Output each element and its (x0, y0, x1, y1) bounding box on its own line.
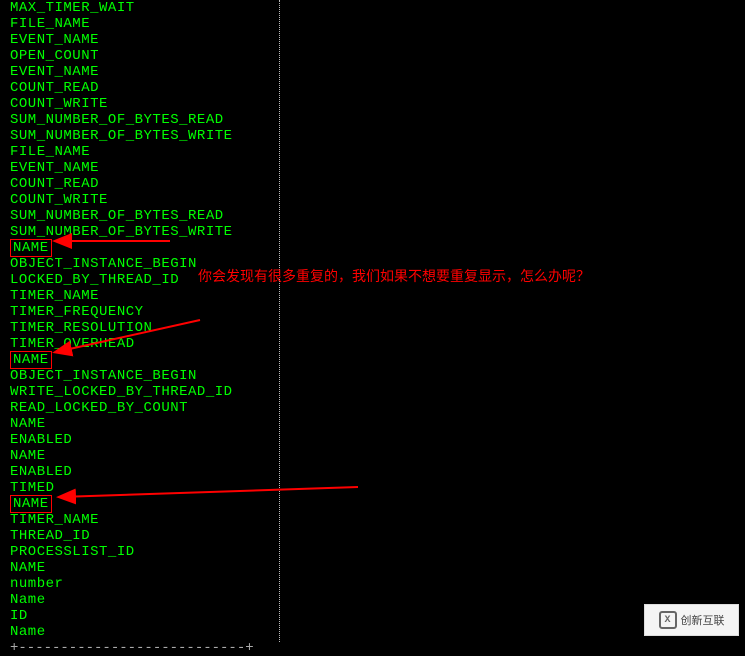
column-name: SUM_NUMBER_OF_BYTES_WRITE (10, 224, 269, 240)
column-name: MAX_TIMER_WAIT (10, 0, 269, 16)
column-name: Name (10, 592, 269, 608)
column-list: MAX_TIMER_WAITFILE_NAMEEVENT_NAMEOPEN_CO… (0, 0, 279, 656)
table-separator: +---------------------------+ (10, 640, 269, 656)
watermark-text: 创新互联 (681, 612, 725, 628)
highlighted-column: NAME (10, 495, 52, 513)
column-name: NAME (10, 240, 269, 256)
highlighted-column: NAME (10, 351, 52, 369)
column-name: FILE_NAME (10, 144, 269, 160)
annotation-text: 你会发现有很多重复的，我们如果不想要重复显示，怎么办呢？ (198, 266, 590, 286)
watermark: X 创新互联 (644, 604, 739, 636)
column-name: SUM_NUMBER_OF_BYTES_READ (10, 208, 269, 224)
column-name: READ_LOCKED_BY_COUNT (10, 400, 269, 416)
column-name: EVENT_NAME (10, 64, 269, 80)
column-name: TIMER_FREQUENCY (10, 304, 269, 320)
column-name: Name (10, 624, 269, 640)
column-name: TIMER_OVERHEAD (10, 336, 269, 352)
column-name: TIMER_NAME (10, 512, 269, 528)
column-name: THREAD_ID (10, 528, 269, 544)
column-name: OPEN_COUNT (10, 48, 269, 64)
column-name: ID (10, 608, 269, 624)
column-name: NAME (10, 496, 269, 512)
column-name: TIMER_NAME (10, 288, 269, 304)
column-name: SUM_NUMBER_OF_BYTES_WRITE (10, 128, 269, 144)
column-name: number (10, 576, 269, 592)
column-name: NAME (10, 560, 269, 576)
column-name: COUNT_WRITE (10, 192, 269, 208)
column-name: TIMED (10, 480, 269, 496)
column-name: EVENT_NAME (10, 32, 269, 48)
column-name: COUNT_READ (10, 176, 269, 192)
column-name: NAME (10, 352, 269, 368)
column-name: SUM_NUMBER_OF_BYTES_READ (10, 112, 269, 128)
highlighted-column: NAME (10, 239, 52, 257)
column-name: TIMER_RESOLUTION (10, 320, 269, 336)
column-name: ENABLED (10, 464, 269, 480)
column-name: PROCESSLIST_ID (10, 544, 269, 560)
column-name: NAME (10, 448, 269, 464)
terminal-panel: MAX_TIMER_WAITFILE_NAMEEVENT_NAMEOPEN_CO… (0, 0, 280, 642)
column-name: COUNT_WRITE (10, 96, 269, 112)
watermark-logo-icon: X (659, 611, 677, 629)
column-name: COUNT_READ (10, 80, 269, 96)
column-name: NAME (10, 416, 269, 432)
column-name: OBJECT_INSTANCE_BEGIN (10, 368, 269, 384)
column-name: EVENT_NAME (10, 160, 269, 176)
column-name: WRITE_LOCKED_BY_THREAD_ID (10, 384, 269, 400)
column-name: ENABLED (10, 432, 269, 448)
column-name: FILE_NAME (10, 16, 269, 32)
